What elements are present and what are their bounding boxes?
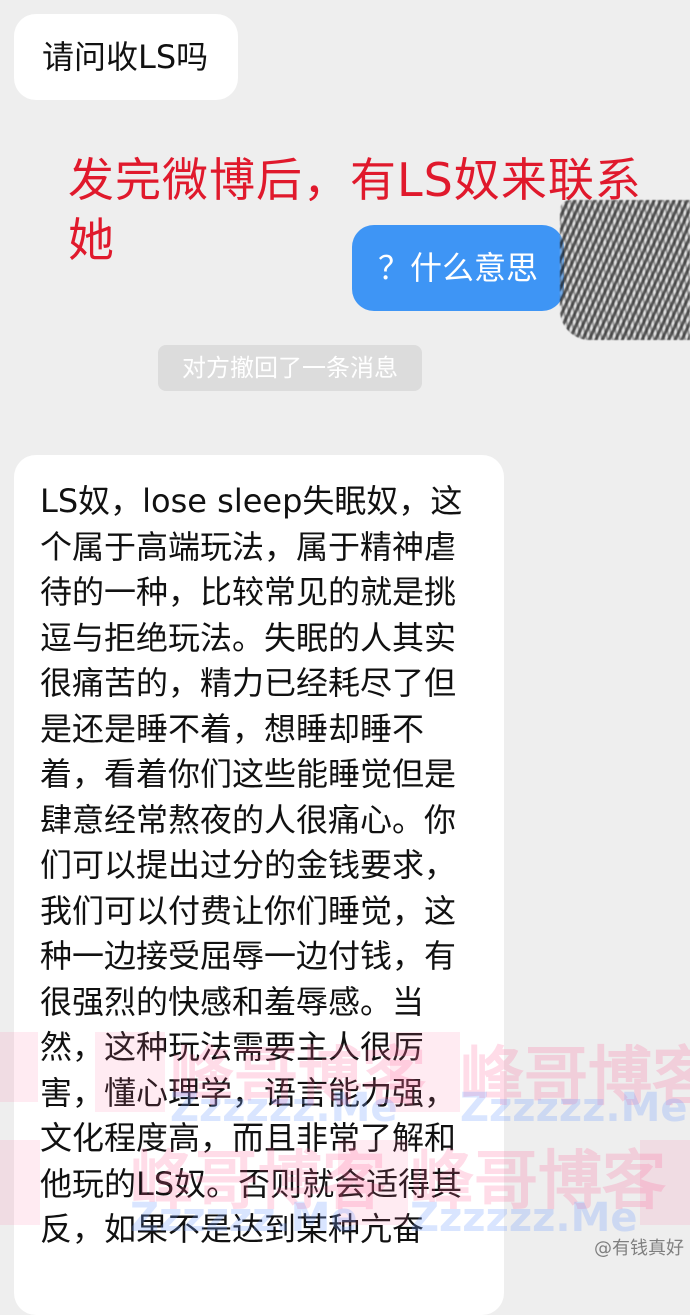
watermark-box: [640, 1140, 690, 1225]
recall-notice: 对方撤回了一条消息: [158, 345, 422, 391]
redacted-avatar: [560, 200, 690, 340]
outgoing-message-bubble: ？什么意思: [352, 225, 564, 311]
message-text: 请问收LS吗: [42, 38, 209, 76]
message-text: LS奴，lose sleep失眠奴，这个属于高端玩法，属于精神虐待的一种，比较常…: [40, 482, 463, 1248]
message-text: ？什么意思: [378, 249, 539, 287]
incoming-message-bubble: LS奴，lose sleep失眠奴，这个属于高端玩法，属于精神虐待的一种，比较常…: [14, 455, 504, 1315]
weibo-watermark: @有钱真好: [594, 1238, 684, 1259]
incoming-message-bubble: 请问收LS吗: [14, 14, 238, 100]
